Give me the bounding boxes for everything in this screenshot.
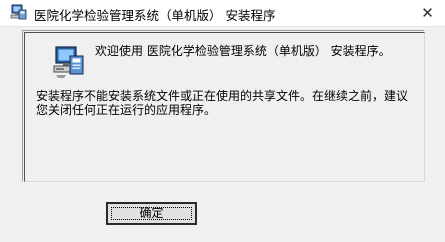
welcome-text: 欢迎使用 医院化学检验管理系统（单机版） 安装程序。	[95, 44, 391, 58]
setup-computer-icon	[10, 4, 28, 22]
close-icon[interactable]: ✕	[410, 0, 445, 26]
warning-text: 安装程序不能安装系统文件或正在使用的共享文件。在继续之前，建议您关闭任何正在运行…	[36, 89, 409, 117]
setup-dialog-window: 医院化学检验管理系统（单机版） 安装程序 ✕ 欢迎使用 医院化学检验管理系统（单…	[0, 0, 445, 242]
title-bar[interactable]: 医院化学检验管理系统（单机版） 安装程序 ✕	[0, 0, 445, 27]
window-title: 医院化学检验管理系统（单机版） 安装程序	[34, 8, 276, 23]
ok-button[interactable]: 确定	[106, 202, 197, 225]
ok-button-label: 确定	[139, 206, 164, 220]
setup-computer-icon	[52, 45, 86, 79]
